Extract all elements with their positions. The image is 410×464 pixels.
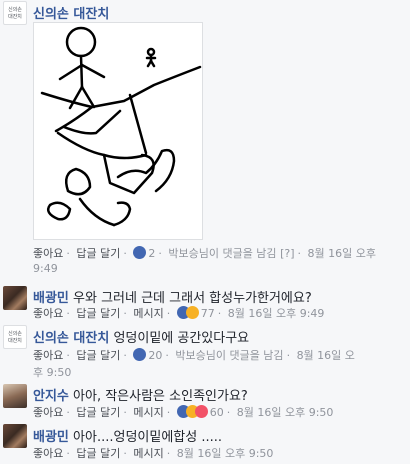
comment-text: 우와 그러네 근데 그래서 합성누가한거에요? bbox=[73, 291, 312, 306]
comment-text: 엉덩이밑에 공간있다구요 bbox=[113, 331, 250, 346]
timestamp[interactable]: 8월 16일 오후 9:49 bbox=[228, 307, 325, 320]
page-avatar[interactable]: 신의손 대잔치 bbox=[3, 325, 27, 349]
comment-3-time-cont: 후 9:50 bbox=[33, 366, 72, 379]
like-reaction-icon bbox=[133, 246, 147, 259]
comment-4-header: 안지수 아아, 작은사람은 소인족인가요? bbox=[33, 385, 248, 404]
cliff-base bbox=[56, 131, 148, 160]
comment-author[interactable]: 배광민 bbox=[33, 291, 69, 306]
timestamp[interactable]: 8월 16일 오후 9:50 bbox=[177, 447, 274, 460]
love-reaction-icon bbox=[194, 405, 208, 418]
reply-summary[interactable]: 박보승님이 댓글을 남김 bbox=[168, 247, 276, 260]
foot-left bbox=[47, 201, 72, 221]
page-avatar[interactable]: 신의손 대잔치 bbox=[3, 1, 27, 25]
like-reaction-icon bbox=[133, 348, 147, 361]
comment-author[interactable]: 안지수 bbox=[33, 389, 69, 404]
comment-author[interactable]: 배광민 bbox=[33, 430, 69, 445]
comment-1-header: 신의손 대잔치 bbox=[33, 3, 109, 22]
stick-figure-drawing bbox=[40, 26, 202, 227]
comment-author[interactable]: 신의손 대잔치 bbox=[33, 331, 109, 346]
reaction-count[interactable]: 2 bbox=[148, 247, 155, 260]
message-button[interactable]: 메시지 bbox=[133, 406, 163, 419]
comment-3-actions: 좋아요 · 답글 달기 · 20 · 박보승님이 댓글을 남김 · 8월 16일 오 bbox=[33, 348, 355, 362]
comment-5-actions: 좋아요 · 답글 달기 · 메시지 · 8월 16일 오후 9:50 bbox=[33, 447, 274, 460]
timestamp[interactable]: 8월 16일 오후 9:50 bbox=[237, 406, 334, 419]
big-head bbox=[65, 26, 97, 58]
like-button[interactable]: 좋아요 bbox=[33, 406, 63, 419]
reaction-count[interactable]: 77 bbox=[201, 307, 215, 320]
lower-curve bbox=[78, 197, 116, 227]
user-avatar[interactable] bbox=[3, 286, 27, 310]
cliff-top bbox=[40, 65, 202, 109]
like-button[interactable]: 좋아요 bbox=[33, 447, 63, 460]
reaction-count[interactable]: 20 bbox=[148, 349, 162, 362]
big-arm-right bbox=[80, 63, 106, 79]
like-button[interactable]: 좋아요 bbox=[33, 247, 63, 260]
comment-text: 아아....엉덩이밑에합성 ..... bbox=[73, 430, 222, 445]
user-avatar[interactable] bbox=[3, 424, 27, 448]
reply-button[interactable]: 답글 달기 bbox=[76, 406, 120, 419]
haha-reaction-icon bbox=[185, 306, 199, 319]
reply-button[interactable]: 답글 달기 bbox=[76, 447, 120, 460]
reply-summary-tag: [?] bbox=[280, 247, 295, 260]
lower-loop bbox=[112, 201, 132, 227]
comment-1-actions: 좋아요 · 답글 달기 · 2 · 박보승님이 댓글을 남김 [?] · 8월 16일 … bbox=[33, 246, 376, 260]
like-button[interactable]: 좋아요 bbox=[33, 349, 63, 362]
reply-button[interactable]: 답글 달기 bbox=[76, 349, 120, 362]
user-avatar[interactable] bbox=[3, 384, 27, 408]
big-body bbox=[79, 54, 84, 89]
big-arm-left bbox=[58, 63, 84, 81]
comment-5-header: 배광민 아아....엉덩이밑에합성 ..... bbox=[33, 426, 222, 445]
reply-button[interactable]: 답글 달기 bbox=[76, 247, 120, 260]
message-button[interactable]: 메시지 bbox=[133, 307, 163, 320]
comment-3-header: 신의손 대잔치 엉덩이밑에 공간있다구요 bbox=[33, 327, 249, 346]
timestamp[interactable]: 8월 16일 오후 bbox=[307, 247, 375, 260]
reply-summary[interactable]: 박보승님이 댓글을 남김 bbox=[175, 349, 283, 362]
comment-4-actions: 좋아요 · 답글 달기 · 메시지 · 60 · 8월 16일 오후 9:50 bbox=[33, 405, 334, 419]
timestamp[interactable]: 8월 16일 오 bbox=[297, 349, 355, 362]
message-button[interactable]: 메시지 bbox=[133, 447, 163, 460]
comment-text: 아아, 작은사람은 소인족인가요? bbox=[73, 389, 248, 404]
cliff-right-edge bbox=[128, 93, 148, 155]
comment-2-actions: 좋아요 · 답글 달기 · 메시지 · 77 · 8월 16일 오후 9:49 bbox=[33, 306, 325, 320]
like-button[interactable]: 좋아요 bbox=[33, 307, 63, 320]
comment-image[interactable] bbox=[33, 22, 203, 240]
left-blob bbox=[65, 167, 92, 196]
reply-button[interactable]: 답글 달기 bbox=[76, 307, 120, 320]
reaction-count[interactable]: 60 bbox=[210, 406, 224, 419]
comment-author[interactable]: 신의손 대잔치 bbox=[33, 7, 109, 22]
comment-2-header: 배광민 우와 그러네 근데 그래서 합성누가한거에요? bbox=[33, 287, 312, 306]
small-leg-right bbox=[149, 59, 156, 68]
cliff-left-edge bbox=[54, 105, 94, 133]
comment-1-time-cont: 9:49 bbox=[33, 262, 58, 275]
